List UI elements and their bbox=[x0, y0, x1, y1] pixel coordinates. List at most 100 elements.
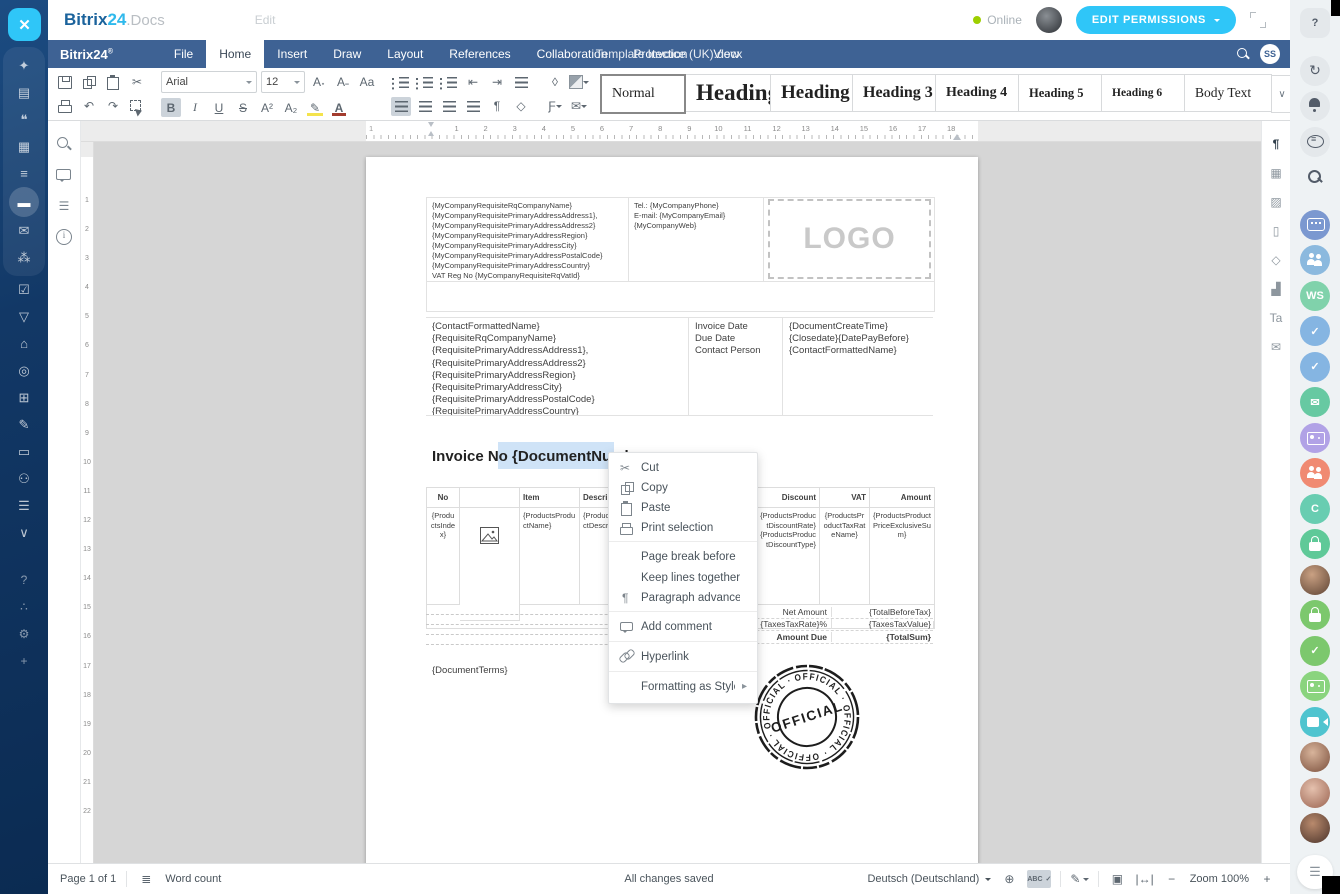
user-avatar-3[interactable] bbox=[1300, 778, 1330, 808]
highlight-color-button[interactable]: ✎ bbox=[305, 98, 325, 117]
style-heading-1[interactable]: Heading 1 bbox=[685, 74, 771, 112]
style-body-text[interactable]: Body Text bbox=[1184, 74, 1272, 112]
contact-chat-button[interactable] bbox=[1300, 423, 1330, 453]
sidebar-item-stream[interactable]: ✦ bbox=[10, 52, 38, 79]
navigation-icon[interactable]: ☰ bbox=[55, 197, 73, 215]
sidebar-item-tasks[interactable]: ☑ bbox=[10, 276, 38, 303]
subscript-button[interactable]: A₂ bbox=[281, 98, 301, 117]
workspace-ws-button[interactable]: WS bbox=[1300, 281, 1330, 311]
sidebar-item-help[interactable]: ? bbox=[10, 566, 38, 593]
italic-button[interactable]: I bbox=[185, 98, 205, 117]
search-icon[interactable] bbox=[1236, 47, 1250, 61]
menu-tab-file[interactable]: File bbox=[161, 40, 206, 68]
sidebar-item-more[interactable]: ∨ bbox=[10, 519, 38, 546]
private-chat-button-2[interactable] bbox=[1300, 600, 1330, 630]
sidebar-item-sales[interactable]: ▽ bbox=[10, 303, 38, 330]
context-item-print-selection[interactable]: Print selection bbox=[609, 518, 757, 538]
strikethrough-button[interactable]: S bbox=[233, 98, 253, 117]
zoom-in-button[interactable]: + bbox=[1258, 870, 1276, 888]
multilevel-list-icon[interactable] bbox=[439, 73, 459, 92]
table-settings-icon[interactable]: ▦ bbox=[1267, 164, 1285, 182]
context-item-paste[interactable]: Paste bbox=[609, 498, 757, 518]
sidebar-item-contact-center[interactable]: ▭ bbox=[10, 438, 38, 465]
shape-settings-icon[interactable]: ◇ bbox=[1267, 251, 1285, 269]
menu-tab-home[interactable]: Home bbox=[206, 40, 264, 68]
context-item-hyperlink[interactable]: Hyperlink bbox=[609, 641, 757, 668]
group-people-button[interactable] bbox=[1300, 458, 1330, 488]
style-heading-5[interactable]: Heading 5 bbox=[1018, 74, 1102, 112]
line-spacing-icon[interactable] bbox=[511, 73, 531, 92]
user-avatar-4[interactable] bbox=[1300, 813, 1330, 843]
align-right-icon[interactable] bbox=[439, 97, 459, 116]
client-info-table[interactable]: {ContactFormattedName}{RequisiteRqCompan… bbox=[426, 317, 933, 416]
search-button[interactable] bbox=[1300, 162, 1330, 192]
change-case-icon[interactable]: Aa bbox=[357, 73, 377, 92]
document-terms-field[interactable]: {DocumentTerms} bbox=[432, 665, 508, 676]
clear-style-icon[interactable]: ◊ bbox=[545, 73, 565, 92]
header-footer-settings-icon[interactable]: ▯ bbox=[1267, 222, 1285, 240]
style-heading-6[interactable]: Heading 6 bbox=[1101, 74, 1185, 112]
chart-settings-icon[interactable]: ▟ bbox=[1267, 280, 1285, 298]
superscript-button[interactable]: A² bbox=[257, 98, 277, 117]
group-chat-button[interactable] bbox=[1300, 210, 1330, 240]
align-left-icon[interactable] bbox=[391, 97, 411, 116]
sidebar-item-marketing[interactable]: ◎ bbox=[10, 357, 38, 384]
private-chat-button[interactable] bbox=[1300, 529, 1330, 559]
context-item-keep-lines-together[interactable]: Keep lines together bbox=[609, 568, 757, 588]
sidebar-item-messenger[interactable]: ❝ bbox=[10, 106, 38, 133]
copy-style-icon[interactable]: Ƒ bbox=[545, 97, 565, 116]
empty-row[interactable] bbox=[427, 281, 934, 311]
fullscreen-icon[interactable] bbox=[1250, 12, 1266, 28]
menu-tab-insert[interactable]: Insert bbox=[264, 40, 320, 68]
document-language-select[interactable]: Deutsch (Deutschland) bbox=[867, 873, 991, 885]
redo-icon[interactable]: ↷ bbox=[103, 97, 123, 116]
nonprinting-chars-icon[interactable]: ¶ bbox=[487, 97, 507, 116]
mailmerge-settings-icon[interactable]: ✉ bbox=[1267, 338, 1285, 356]
increase-font-icon[interactable]: A˖ bbox=[309, 73, 329, 92]
sidebar-item-shop[interactable]: ⊞ bbox=[10, 384, 38, 411]
indent-marker[interactable] bbox=[428, 122, 435, 136]
sidebar-item-company[interactable]: ⌂ bbox=[10, 330, 38, 357]
decrease-indent-icon[interactable]: ⇤ bbox=[463, 73, 483, 92]
word-count-icon[interactable]: ≣ bbox=[137, 870, 155, 888]
sidebar-item-automation[interactable]: ⚇ bbox=[10, 465, 38, 492]
task-chat-button-3[interactable]: ✓ bbox=[1300, 636, 1330, 666]
user-initials-badge[interactable]: SS bbox=[1260, 44, 1280, 64]
sidebar-item-sign[interactable]: ✎ bbox=[10, 411, 38, 438]
sidebar-item-docs[interactable]: ≡ bbox=[10, 160, 38, 187]
context-item-formatting-as-style[interactable]: Formatting as Style ▸ bbox=[609, 671, 757, 698]
invoice-meta-labels-cell[interactable]: Invoice DateDue DateContact Person bbox=[689, 318, 783, 415]
bold-button[interactable]: B bbox=[161, 98, 181, 117]
justify-icon[interactable] bbox=[463, 97, 483, 116]
context-item-page-break-before[interactable]: Page break before bbox=[609, 541, 757, 568]
sidebar-item-storage[interactable]: ☰ bbox=[10, 492, 38, 519]
contact-chat-button-2[interactable] bbox=[1300, 671, 1330, 701]
menu-tab-collaboration[interactable]: Collaboration bbox=[524, 40, 621, 68]
right-indent-marker[interactable] bbox=[953, 130, 961, 140]
company-address-cell[interactable]: {MyCompanyRequisiteRqCompanyName}{MyComp… bbox=[427, 198, 629, 281]
find-icon[interactable] bbox=[55, 135, 73, 153]
user-avatar-1[interactable] bbox=[1300, 565, 1330, 595]
sidebar-item-structure[interactable]: ∴ bbox=[10, 593, 38, 620]
edit-tab[interactable]: Edit bbox=[255, 13, 276, 27]
style-heading-4[interactable]: Heading 4 bbox=[935, 74, 1019, 112]
edit-permissions-button[interactable]: EDIT PERMISSIONS bbox=[1076, 6, 1236, 34]
font-color-button[interactable]: A bbox=[329, 98, 349, 117]
decrease-font-icon[interactable]: A˗ bbox=[333, 73, 353, 92]
sidebar-item-settings[interactable]: ⚙ bbox=[10, 620, 38, 647]
print-icon[interactable] bbox=[55, 97, 75, 116]
mail-chat-button[interactable]: ✉ bbox=[1300, 387, 1330, 417]
sidebar-item-add[interactable]: + bbox=[10, 647, 38, 674]
shading-icon[interactable] bbox=[569, 73, 589, 92]
menu-tab-layout[interactable]: Layout bbox=[374, 40, 436, 68]
logo-cell[interactable]: LOGO bbox=[764, 198, 934, 281]
zoom-out-button[interactable]: − bbox=[1163, 870, 1181, 888]
chat-panel-button[interactable] bbox=[1300, 127, 1330, 157]
vertical-ruler[interactable]: 12345678910111213141516171819202122 bbox=[81, 142, 94, 863]
current-user-avatar[interactable] bbox=[1036, 7, 1062, 33]
font-size-select[interactable]: 12 bbox=[261, 71, 305, 93]
increase-indent-icon[interactable]: ⇥ bbox=[487, 73, 507, 92]
sidebar-item-mail[interactable]: ✉ bbox=[10, 217, 38, 244]
people-chat-button[interactable] bbox=[1300, 245, 1330, 275]
save-icon[interactable] bbox=[55, 73, 75, 92]
